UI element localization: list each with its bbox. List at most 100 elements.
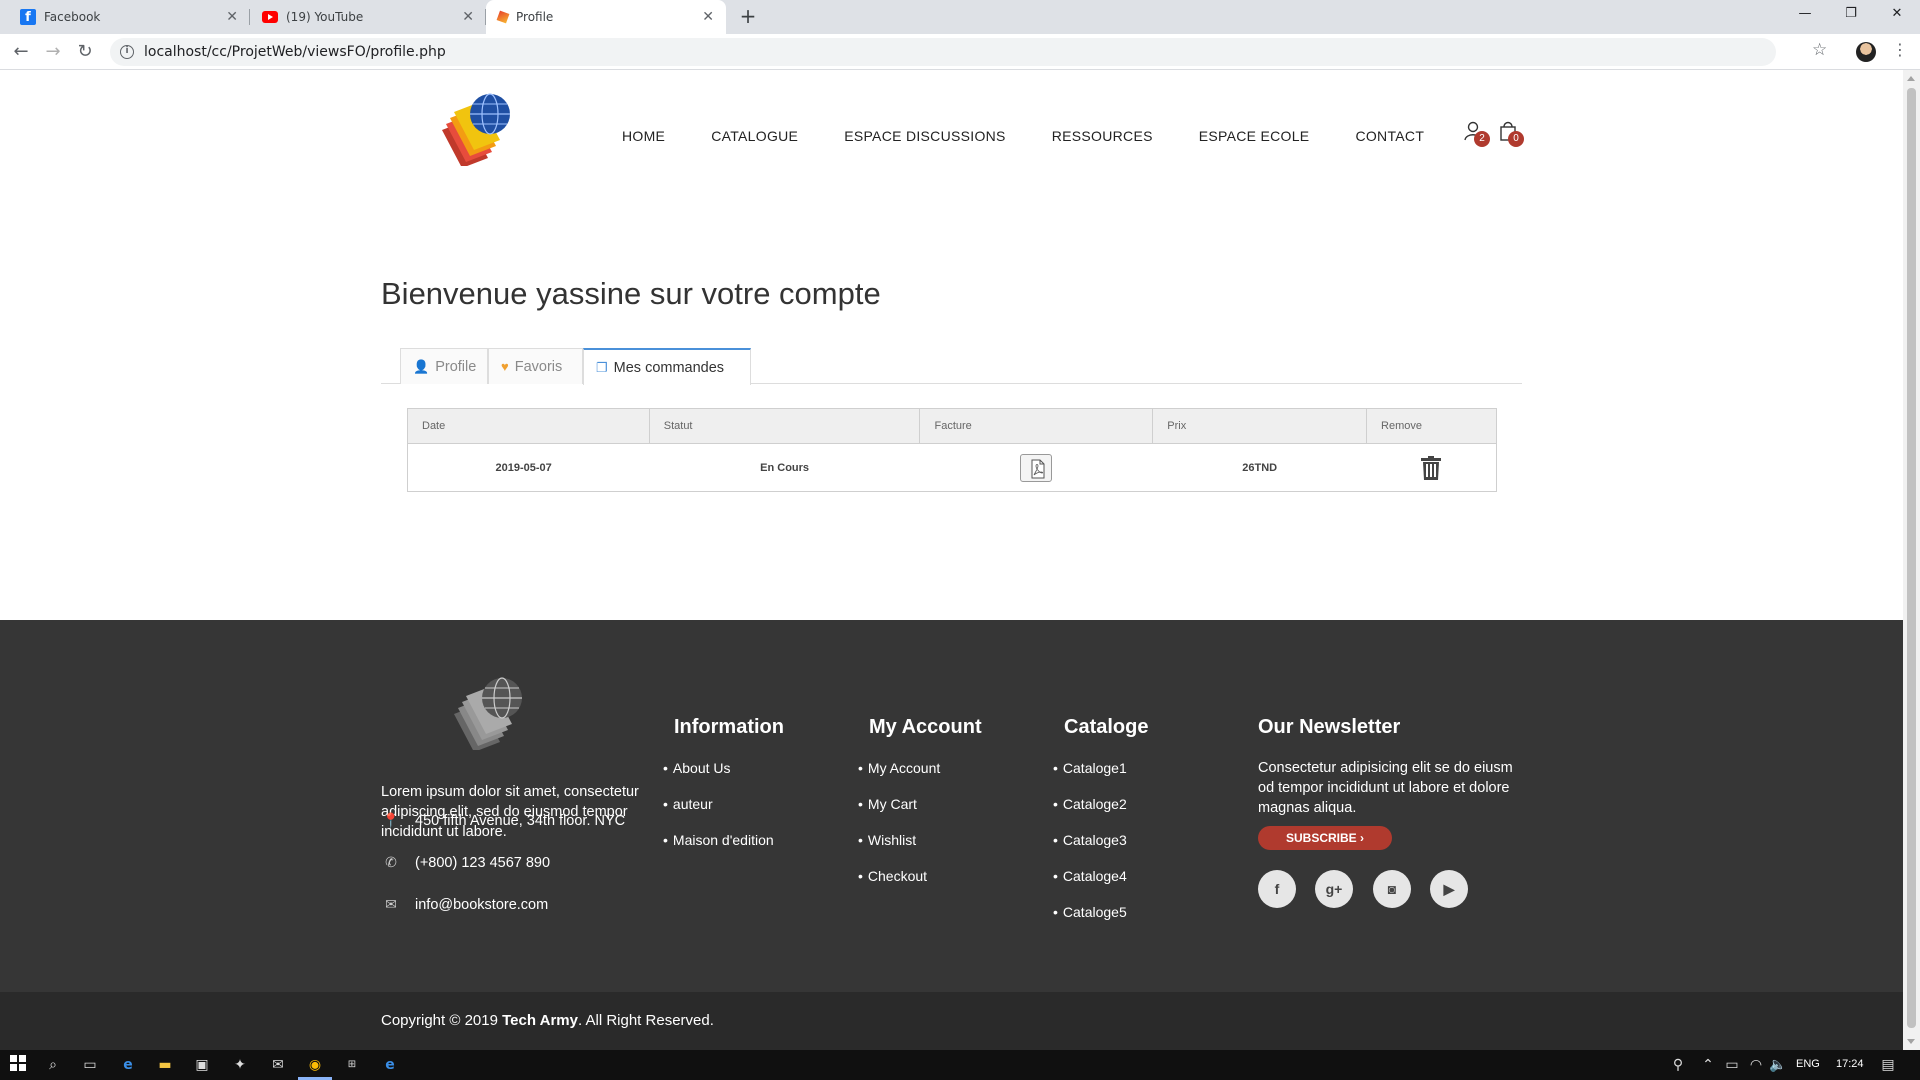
volume-icon[interactable]: 🔈 bbox=[1768, 1055, 1788, 1075]
battery-icon[interactable]: ▭ bbox=[1722, 1055, 1742, 1075]
store-icon[interactable]: ▣ bbox=[192, 1055, 212, 1075]
orders-icon: ❐ bbox=[596, 359, 608, 375]
nav-espace-ecole[interactable]: ESPACE ECOLE bbox=[1199, 128, 1310, 144]
chevron-right-icon: › bbox=[1360, 831, 1365, 845]
restore-button[interactable]: ❐ bbox=[1828, 0, 1874, 30]
order-statut: En Cours bbox=[649, 443, 920, 492]
footer-link[interactable]: Checkout bbox=[858, 868, 940, 904]
info-icon[interactable]: i bbox=[120, 45, 134, 59]
profile-tabs: 👤 Profile ♥ Favoris ❐ Mes commandes bbox=[381, 348, 1522, 385]
trash-icon[interactable] bbox=[1421, 455, 1442, 480]
pdf-icon[interactable] bbox=[1020, 453, 1053, 482]
reload-icon[interactable]: ↻ bbox=[73, 40, 97, 64]
minimize-button[interactable]: — bbox=[1782, 0, 1828, 30]
chrome-icon[interactable]: ◉ bbox=[305, 1055, 325, 1075]
browser-tab-youtube[interactable]: (19) YouTube ✕ bbox=[250, 0, 486, 34]
youtube-icon[interactable]: ▶ bbox=[1430, 870, 1468, 908]
tab-label: Mes commandes bbox=[613, 359, 725, 376]
footer-link[interactable]: My Cart bbox=[858, 796, 940, 832]
forward-arrow-icon[interactable]: → bbox=[41, 40, 65, 64]
phone-text: (+800) 123 4567 890 bbox=[415, 854, 551, 871]
windows-start-icon[interactable] bbox=[8, 1055, 28, 1075]
user-icon[interactable]: 2 bbox=[1464, 120, 1490, 147]
facebook-icon: f bbox=[20, 9, 36, 25]
footer-link[interactable]: About Us bbox=[663, 760, 774, 796]
clock[interactable]: 17:24 bbox=[1836, 1058, 1864, 1070]
footer-link[interactable]: Wishlist bbox=[858, 832, 940, 868]
search-icon[interactable]: ⌕ bbox=[43, 1055, 63, 1075]
col-facture: Facture bbox=[919, 408, 1154, 444]
tab-title: Profile bbox=[516, 10, 554, 24]
footer-link[interactable]: My Account bbox=[858, 760, 940, 796]
youtube-icon bbox=[262, 11, 278, 23]
scroll-up-arrow-icon[interactable] bbox=[1907, 76, 1915, 81]
nav-contact[interactable]: CONTACT bbox=[1355, 128, 1424, 144]
task-view-icon[interactable]: ▭ bbox=[80, 1055, 100, 1075]
page-scrollbar[interactable] bbox=[1903, 70, 1920, 1050]
browser-tab-profile[interactable]: Profile ✕ bbox=[486, 0, 726, 34]
newsletter-text: Consectetur adipisicing elit se do eiusm… bbox=[1258, 760, 1513, 816]
tab-favoris[interactable]: ♥ Favoris bbox=[488, 348, 583, 384]
footer-link[interactable]: Maison d'edition bbox=[663, 832, 774, 868]
terminal-icon[interactable]: ⊞ bbox=[342, 1055, 362, 1075]
nav-ressources[interactable]: RESSOURCES bbox=[1052, 128, 1153, 144]
people-icon[interactable]: ⚲ bbox=[1668, 1055, 1688, 1075]
browser-toolbar: ← → ↻ i localhost/cc/ProjetWeb/viewsFO/p… bbox=[0, 34, 1920, 70]
google-plus-icon[interactable]: g+ bbox=[1315, 870, 1353, 908]
close-icon[interactable]: ✕ bbox=[462, 9, 474, 25]
close-icon[interactable]: ✕ bbox=[702, 9, 714, 25]
tab-mes-commandes[interactable]: ❐ Mes commandes bbox=[583, 348, 751, 385]
order-facture-cell bbox=[919, 443, 1153, 492]
footer-link[interactable]: Cataloge5 bbox=[1053, 904, 1127, 940]
facebook-icon[interactable]: f bbox=[1258, 870, 1296, 908]
chevron-up-icon[interactable]: ⌃ bbox=[1698, 1055, 1718, 1075]
dropbox-icon[interactable]: ✦ bbox=[230, 1055, 250, 1075]
internet-explorer-icon[interactable]: e bbox=[380, 1055, 400, 1075]
col-prix: Prix bbox=[1152, 408, 1368, 444]
tab-label: Profile bbox=[435, 358, 477, 375]
windows-taskbar: ⌕ ▭ e ▬ ▣ ✦ ✉ ◉ ⊞ e ⚲ ⌃ ▭ ◠ 🔈 ENG 17:24 … bbox=[0, 1050, 1920, 1080]
bookmark-star-icon[interactable]: ☆ bbox=[1812, 40, 1827, 60]
footer-link[interactable]: auteur bbox=[663, 796, 774, 832]
cart-count-badge: 0 bbox=[1508, 131, 1524, 147]
nav-catalogue[interactable]: CATALOGUE bbox=[711, 128, 798, 144]
footer-information-title: Information bbox=[674, 716, 784, 738]
table-row: 2019-05-07 En Cours 26TND bbox=[407, 443, 1497, 492]
subscribe-button[interactable]: SUBSCRIBE › bbox=[1258, 826, 1392, 850]
footer-link[interactable]: Cataloge1 bbox=[1053, 760, 1127, 796]
instagram-icon[interactable]: ◙ bbox=[1373, 870, 1411, 908]
new-tab-button[interactable]: + bbox=[736, 5, 760, 29]
tab-profile[interactable]: 👤 Profile bbox=[400, 348, 488, 384]
kebab-menu-icon[interactable]: ⋮ bbox=[1892, 40, 1908, 59]
nav-espace-discussions[interactable]: ESPACE DISCUSSIONS bbox=[844, 128, 1006, 144]
language-indicator[interactable]: ENG bbox=[1796, 1058, 1820, 1070]
scroll-thumb[interactable] bbox=[1907, 88, 1916, 1028]
url-text: localhost/cc/ProjetWeb/viewsFO/profile.p… bbox=[144, 44, 446, 60]
copyright-brand[interactable]: Tech Army bbox=[502, 1012, 578, 1029]
subscribe-label: SUBSCRIBE bbox=[1285, 831, 1357, 845]
footer-link[interactable]: Cataloge3 bbox=[1053, 832, 1127, 868]
map-pin-icon: 📍 bbox=[382, 812, 400, 828]
profile-avatar-icon[interactable] bbox=[1856, 42, 1876, 62]
browser-tab-facebook[interactable]: f Facebook ✕ bbox=[8, 0, 250, 34]
tab-label: Favoris bbox=[514, 358, 563, 375]
edge-icon[interactable]: e bbox=[118, 1055, 138, 1075]
footer-link[interactable]: Cataloge4 bbox=[1053, 868, 1127, 904]
browser-tab-bar: f Facebook ✕ (19) YouTube ✕ Profile ✕ + … bbox=[0, 0, 1920, 34]
address-bar[interactable]: i localhost/cc/ProjetWeb/viewsFO/profile… bbox=[110, 38, 1776, 66]
close-icon[interactable]: ✕ bbox=[226, 9, 238, 25]
col-remove: Remove bbox=[1366, 408, 1497, 444]
scroll-down-arrow-icon[interactable] bbox=[1907, 1039, 1915, 1044]
nav-home[interactable]: HOME bbox=[622, 128, 665, 144]
shopping-bag-icon[interactable]: 0 bbox=[1498, 120, 1524, 147]
window-close-button[interactable]: ✕ bbox=[1874, 0, 1920, 30]
file-explorer-icon[interactable]: ▬ bbox=[155, 1055, 175, 1075]
mail-icon[interactable]: ✉ bbox=[268, 1055, 288, 1075]
col-date: Date bbox=[407, 408, 650, 444]
back-arrow-icon[interactable]: ← bbox=[9, 40, 33, 64]
site-logo[interactable] bbox=[440, 90, 512, 166]
footer-link[interactable]: Cataloge2 bbox=[1053, 796, 1127, 832]
notifications-icon[interactable]: ▤ bbox=[1878, 1055, 1898, 1075]
email-link[interactable]: info@bookstore.com bbox=[415, 897, 548, 913]
wifi-icon[interactable]: ◠ bbox=[1746, 1055, 1766, 1075]
